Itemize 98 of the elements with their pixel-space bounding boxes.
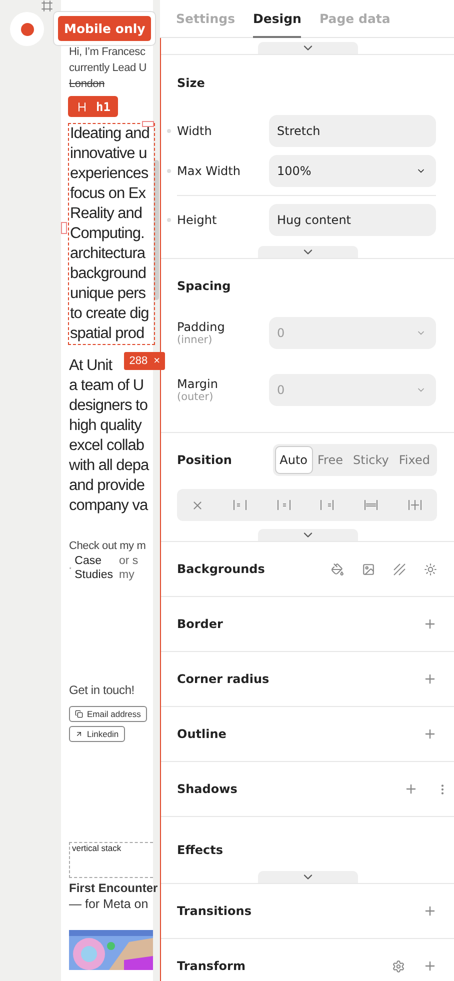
- arrow-up-right-icon: [75, 730, 83, 738]
- heading-line: Ideating and: [70, 124, 150, 144]
- dropdown-field[interactable]: 0: [269, 374, 436, 406]
- section-title: Transform: [177, 959, 246, 973]
- heading-line: experiences: [70, 164, 148, 184]
- body-line: excel collab: [69, 436, 144, 456]
- align-icon[interactable]: [363, 498, 380, 512]
- body-line: and provide: [69, 476, 145, 496]
- section-title: Size: [177, 76, 205, 90]
- intro-text: Hi, I’m Francesc: [69, 45, 146, 60]
- heading-line: to create dig: [70, 304, 149, 324]
- heading-line: innovative u: [70, 144, 147, 164]
- image-icon[interactable]: [362, 562, 375, 576]
- cta-text: my: [119, 568, 136, 582]
- add-icon[interactable]: [404, 782, 418, 796]
- heading-line: unique pers: [70, 284, 146, 304]
- position-option[interactable]: Auto: [274, 446, 313, 474]
- scrollbar-thumb[interactable]: [154, 160, 159, 300]
- align-icon[interactable]: [319, 498, 336, 512]
- field-hint: (outer): [177, 391, 214, 403]
- input-field[interactable]: Hug content: [269, 204, 436, 236]
- case-studies-link[interactable]: Case Studies: [69, 554, 113, 582]
- project-subtitle: — for Meta on: [69, 896, 150, 912]
- add-icon[interactable]: [423, 959, 437, 973]
- panel-tab[interactable]: Design: [253, 0, 302, 38]
- panel-tab[interactable]: Settings: [176, 0, 236, 38]
- field-label: Padding: [177, 320, 226, 334]
- field-label: Height: [177, 213, 218, 227]
- collapse-handle[interactable]: [258, 42, 358, 54]
- cta-text: Check out my m: [69, 539, 147, 554]
- collapse-handle[interactable]: [258, 246, 358, 258]
- collapse-handle[interactable]: [258, 871, 358, 883]
- frame-icon[interactable]: [41, 0, 53, 12]
- body-line: with all depa: [69, 456, 149, 476]
- row-dot: [167, 129, 171, 133]
- contact-title: Get in touch!: [69, 682, 136, 698]
- close-icon[interactable]: ×: [154, 355, 160, 367]
- heading-line: architectura: [70, 244, 145, 264]
- sun-icon[interactable]: [424, 562, 437, 576]
- row-dot: [167, 169, 171, 173]
- diagonal-lines-icon[interactable]: [393, 562, 406, 576]
- section-title: Corner radius: [177, 672, 270, 686]
- section-title: Border: [177, 617, 223, 631]
- add-icon[interactable]: [423, 617, 437, 631]
- body-line: a team of U: [69, 376, 144, 396]
- add-icon[interactable]: [423, 672, 437, 686]
- body-line: company va: [69, 496, 148, 516]
- body-line: designers to: [69, 396, 148, 416]
- cta-text: or s: [119, 554, 138, 568]
- settings-icon[interactable]: [392, 960, 405, 972]
- field-hint: (inner): [177, 334, 214, 346]
- record-button[interactable]: [10, 12, 44, 46]
- align-icon[interactable]: [232, 498, 248, 512]
- paint-bucket-icon[interactable]: [331, 562, 344, 576]
- field-label: Margin: [177, 377, 219, 391]
- heading-line: Computing.: [70, 224, 144, 244]
- align-icon[interactable]: [407, 498, 424, 512]
- heading-line: focus on Ex: [70, 184, 146, 204]
- collapse-handle[interactable]: [258, 529, 358, 541]
- dropdown-field[interactable]: 100%: [269, 155, 436, 187]
- body-line: At Unit: [69, 356, 112, 376]
- section-title: Position: [177, 453, 232, 467]
- dropdown-field[interactable]: 0: [269, 317, 436, 349]
- tag-label: h1: [96, 100, 110, 114]
- heading-line: spatial prod: [70, 324, 144, 344]
- input-field[interactable]: Stretch: [269, 115, 436, 147]
- align-icon[interactable]: [190, 498, 204, 512]
- position-option[interactable]: Fixed: [394, 446, 435, 474]
- width-value: 288: [129, 355, 148, 367]
- add-icon[interactable]: [423, 904, 437, 918]
- position-option[interactable]: Sticky: [348, 446, 394, 474]
- resize-handle[interactable]: [61, 222, 67, 234]
- body-line: high quality: [69, 416, 142, 436]
- section-title: Spacing: [177, 279, 231, 293]
- section-title: Shadows: [177, 782, 238, 796]
- intro-text: currently Lead U: [69, 61, 148, 76]
- copy-icon: [75, 710, 83, 718]
- section-title: Outline: [177, 727, 226, 741]
- contact-button[interactable]: Linkedin: [69, 726, 125, 742]
- section-title: Transitions: [177, 904, 252, 918]
- section-title: Effects: [177, 843, 224, 857]
- field-label: Max Width: [177, 164, 242, 178]
- section-title: Backgrounds: [177, 562, 265, 576]
- position-option[interactable]: Free: [312, 446, 348, 474]
- heading-icon: [76, 100, 88, 112]
- mobile-only-button[interactable]: Mobile only: [58, 16, 152, 41]
- project-title: First Encounter: [69, 880, 158, 896]
- heading-line: background: [70, 264, 146, 284]
- add-icon[interactable]: [423, 727, 437, 741]
- contact-button[interactable]: Email address: [69, 706, 147, 722]
- panel-tab[interactable]: Page data: [319, 0, 390, 38]
- heading-line: Reality and: [70, 204, 142, 224]
- align-icon[interactable]: [276, 498, 292, 512]
- row-dot: [167, 218, 171, 222]
- intro-text: London: [69, 77, 106, 92]
- resize-handle[interactable]: [142, 121, 154, 127]
- field-label: Width: [177, 124, 213, 138]
- stack-label: vertical stack: [72, 843, 122, 853]
